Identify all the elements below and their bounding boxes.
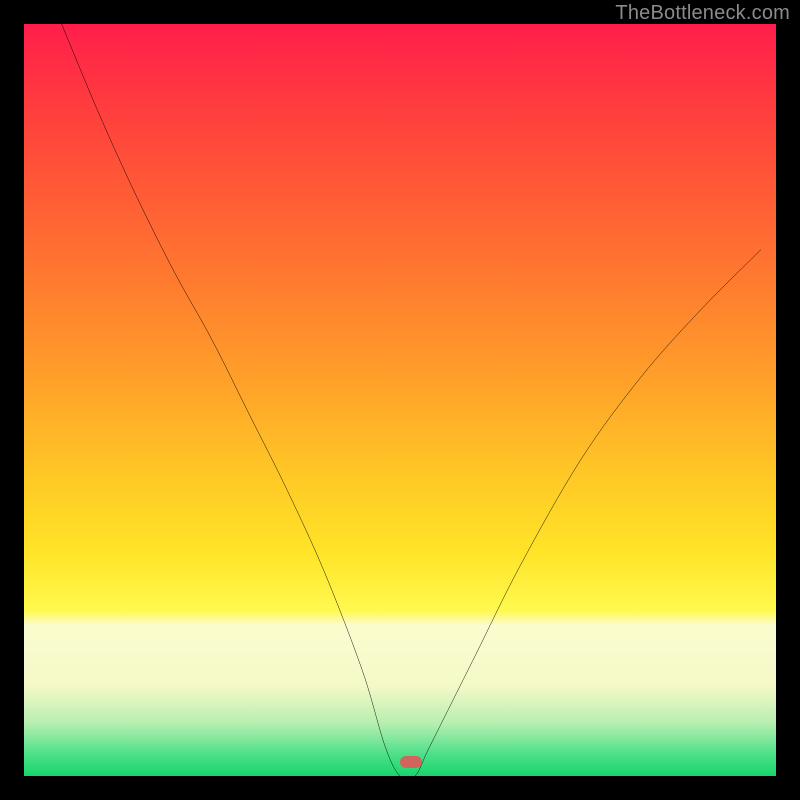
chart-frame: TheBottleneck.com [0,0,800,800]
curve-layer [24,24,776,776]
plot-area [24,24,776,776]
bottleneck-curve [62,24,761,776]
optimal-marker [400,756,422,768]
watermark-text: TheBottleneck.com [615,2,790,25]
